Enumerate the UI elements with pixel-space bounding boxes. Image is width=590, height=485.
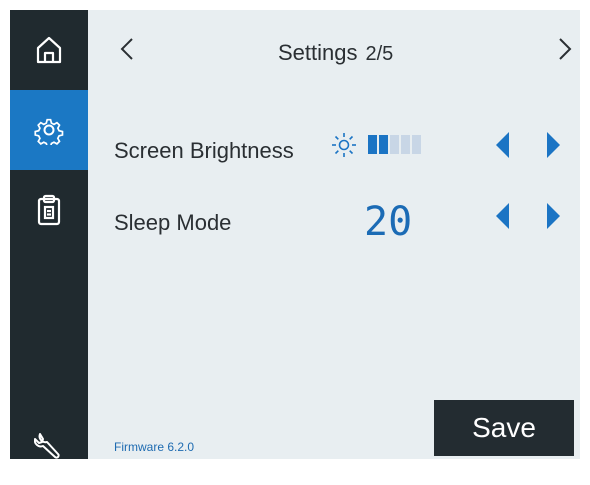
brightness-segment — [368, 135, 377, 154]
previous-page-button[interactable] — [112, 34, 142, 68]
sidebar-item-clipboard[interactable] — [10, 170, 88, 250]
header: Settings 2/5 — [88, 10, 580, 90]
brightness-decrease-button[interactable] — [492, 131, 514, 163]
wrench-icon — [34, 430, 64, 460]
sidebar-item-home[interactable] — [10, 10, 88, 90]
brightness-segment — [390, 135, 399, 154]
brightness-segment — [412, 135, 421, 154]
next-page-button[interactable] — [550, 34, 580, 68]
sidebar-item-tools[interactable] — [10, 405, 88, 485]
page-indicator: 2/5 — [365, 43, 394, 65]
save-button[interactable]: Save — [434, 400, 574, 456]
sidebar-item-settings[interactable] — [10, 90, 88, 170]
triangle-right-icon — [546, 131, 560, 163]
brightness-segment — [379, 135, 388, 154]
triangle-left-icon — [496, 202, 510, 234]
gear-icon — [34, 115, 64, 145]
device-screen: Settings 2/5 Screen Brightness Sleep Mod… — [10, 10, 580, 459]
sleep-increase-button[interactable] — [542, 202, 564, 234]
triangle-left-icon — [496, 131, 510, 163]
brightness-label: Screen Brightness — [114, 138, 294, 163]
brightness-increase-button[interactable] — [542, 131, 564, 163]
triangle-right-icon — [546, 202, 560, 234]
brightness-level-bar — [368, 135, 421, 154]
chevron-right-icon — [558, 37, 572, 66]
settings-panel: Settings 2/5 Screen Brightness Sleep Mod… — [88, 10, 580, 459]
page-title: Settings 2/5 — [278, 40, 393, 66]
chevron-left-icon — [120, 37, 134, 66]
brightness-segment — [401, 135, 410, 154]
sleep-mode-value: 20 — [364, 199, 413, 245]
firmware-version: Firmware 6.2.0 — [114, 440, 195, 454]
title-text: Settings — [278, 40, 358, 65]
home-icon — [34, 35, 64, 65]
clipboard-icon — [34, 194, 64, 226]
sleep-mode-label: Sleep Mode — [114, 210, 232, 235]
sleep-decrease-button[interactable] — [492, 202, 514, 234]
sun-icon — [331, 132, 357, 163]
sidebar — [10, 10, 88, 459]
